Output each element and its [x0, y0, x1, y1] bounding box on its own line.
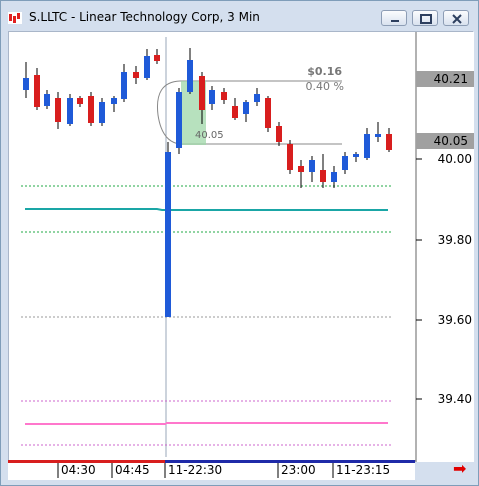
- candle-down: [265, 98, 271, 128]
- restore-icon: [420, 14, 432, 24]
- candle-up: [99, 102, 105, 123]
- candle-down: [34, 75, 40, 107]
- minimize-icon: [391, 20, 399, 22]
- candle-down: [386, 134, 392, 150]
- chart-app-icon: [8, 12, 22, 24]
- candle-up: [187, 60, 193, 92]
- chart-window: S.LLTC - Linear Technology Corp, 3 Min $…: [0, 0, 479, 486]
- right-arrow-icon[interactable]: ➡: [453, 459, 466, 478]
- average-line: [25, 208, 388, 211]
- candle-down: [88, 96, 94, 123]
- price-label: 39.60: [438, 313, 472, 327]
- candle-down: [77, 98, 83, 104]
- candle-up: [176, 92, 182, 148]
- candle-down: [276, 126, 282, 142]
- price-label: 39.40: [438, 392, 472, 406]
- candle-up: [375, 134, 381, 137]
- candle-up: [309, 160, 315, 172]
- candle-up: [209, 90, 215, 104]
- candle-up: [23, 78, 29, 90]
- candle-down: [232, 106, 238, 118]
- candle-up: [353, 154, 359, 157]
- price-label: 39.80: [438, 233, 472, 247]
- candle-down: [287, 144, 293, 170]
- candle-down: [320, 170, 326, 182]
- candle-up: [44, 94, 50, 106]
- price-badge-high-label: 40.21: [434, 72, 468, 86]
- candle-down: [221, 92, 227, 100]
- time-label: 11-23:15: [336, 463, 391, 477]
- candle-down: [154, 55, 160, 61]
- candle-up: [342, 156, 348, 170]
- candle-up: [144, 56, 150, 78]
- candle-up: [364, 134, 370, 158]
- candle-down: [298, 166, 304, 172]
- price-label: 40.00: [438, 152, 472, 166]
- measure-start: 40.05: [195, 130, 224, 141]
- candle-up: [254, 94, 260, 102]
- candle-up: [121, 72, 127, 99]
- minimize-button[interactable]: [381, 10, 407, 26]
- title-bar[interactable]: S.LLTC - Linear Technology Corp, 3 Min: [1, 1, 478, 31]
- candle-down: [199, 76, 205, 110]
- measure-dollar: $0.16: [307, 65, 342, 78]
- close-button[interactable]: [443, 10, 469, 26]
- candle-up: [165, 152, 171, 317]
- measure-percent: 0.40 %: [306, 80, 344, 93]
- time-label: 23:00: [281, 463, 316, 477]
- window-title: S.LLTC - Linear Technology Corp, 3 Min: [29, 10, 260, 24]
- time-label: 04:30: [61, 463, 96, 477]
- close-icon: [452, 14, 462, 24]
- candle-up: [243, 102, 249, 114]
- time-label: 04:45: [115, 463, 150, 477]
- candle-down: [133, 72, 139, 78]
- time-label: 11-22:30: [168, 463, 223, 477]
- candle-up: [111, 98, 117, 104]
- candle-down: [55, 98, 61, 122]
- price-chart[interactable]: $0.16 0.40 % 40.05 40.21 40.05 40.00 39.…: [9, 32, 474, 462]
- candle-up: [67, 98, 73, 124]
- candle-up: [331, 172, 337, 182]
- restore-button[interactable]: [412, 10, 438, 26]
- chart-area[interactable]: $0.16 0.40 % 40.05 40.21 40.05 40.00 39.…: [8, 31, 474, 462]
- price-badge-last-label: 40.05: [434, 134, 468, 148]
